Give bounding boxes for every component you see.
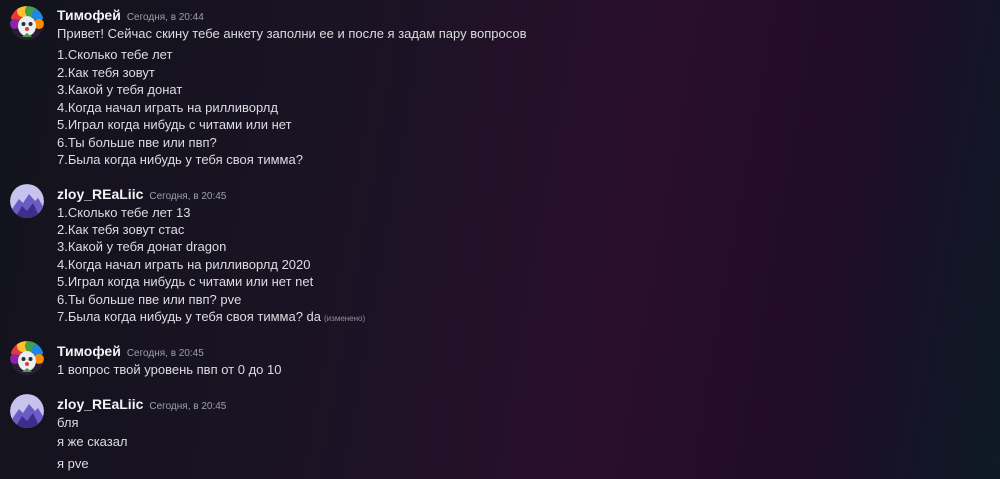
timestamp[interactable]: Сегодня, в 20:45	[127, 348, 204, 359]
message-header: Тимофей Сегодня, в 20:45	[57, 343, 204, 361]
message-text: 5.Играл когда нибудь с читами или нет ne…	[57, 274, 314, 289]
message-text: 6.Ты больше пве или пвп? pve	[57, 292, 242, 307]
username[interactable]: Тимофей	[57, 343, 121, 359]
chat-message-list: Тимофей Сегодня, в 20:44 Привет! Сейчас с…	[0, 0, 1000, 479]
message-text: 2.Как тебя зовут	[57, 65, 155, 80]
message-text: я же сказал	[57, 434, 128, 449]
message-text: Привет! Сейчас скину тебе анкету заполни…	[57, 26, 527, 41]
edited-label: (изменено)	[324, 314, 366, 323]
timestamp[interactable]: Сегодня, в 20:45	[149, 401, 226, 412]
username[interactable]: Тимофей	[57, 7, 121, 23]
message-text: я pve	[57, 456, 89, 471]
rainbow-clown-avatar-icon[interactable]	[10, 341, 44, 375]
message-header: zloy_REaLiic Сегодня, в 20:45	[57, 396, 226, 414]
message-text: 7.Была когда нибудь у тебя своя тимма?	[57, 152, 303, 167]
message-text: бля	[57, 415, 79, 430]
username[interactable]: zloy_REaLiic	[57, 186, 143, 202]
message-text: 4.Когда начал играть на рилливорлд	[57, 100, 278, 115]
message-header: zloy_REaLiic Сегодня, в 20:45	[57, 186, 226, 204]
timestamp[interactable]: Сегодня, в 20:45	[149, 191, 226, 202]
purple-mountain-avatar-icon[interactable]	[10, 394, 44, 428]
message-text: 6.Ты больше пве или пвп?	[57, 135, 217, 150]
message-text: 4.Когда начал играть на рилливорлд 2020	[57, 257, 311, 272]
message-text: 1.Сколько тебе лет	[57, 47, 173, 62]
message-text: 2.Как тебя зовут стас	[57, 222, 185, 237]
message-header: Тимофей Сегодня, в 20:44	[57, 7, 204, 25]
message-text-edited: 7.Была когда нибудь у тебя своя тимма? d…	[57, 308, 365, 327]
message-text: 5.Играл когда нибудь с читами или нет	[57, 117, 292, 132]
message-text: 3.Какой у тебя донат	[57, 82, 183, 97]
rainbow-clown-avatar-icon[interactable]	[10, 6, 44, 40]
message-text: 7.Была когда нибудь у тебя своя тимма? d…	[57, 309, 322, 324]
message-text: 1 вопрос твой уровень пвп от 0 до 10	[57, 362, 282, 377]
purple-mountain-avatar-icon[interactable]	[10, 184, 44, 218]
message-text: 3.Какой у тебя донат dragon	[57, 239, 227, 254]
timestamp[interactable]: Сегодня, в 20:44	[127, 12, 204, 23]
username[interactable]: zloy_REaLiic	[57, 396, 143, 412]
message-text: 1.Сколько тебе лет 13	[57, 205, 191, 220]
